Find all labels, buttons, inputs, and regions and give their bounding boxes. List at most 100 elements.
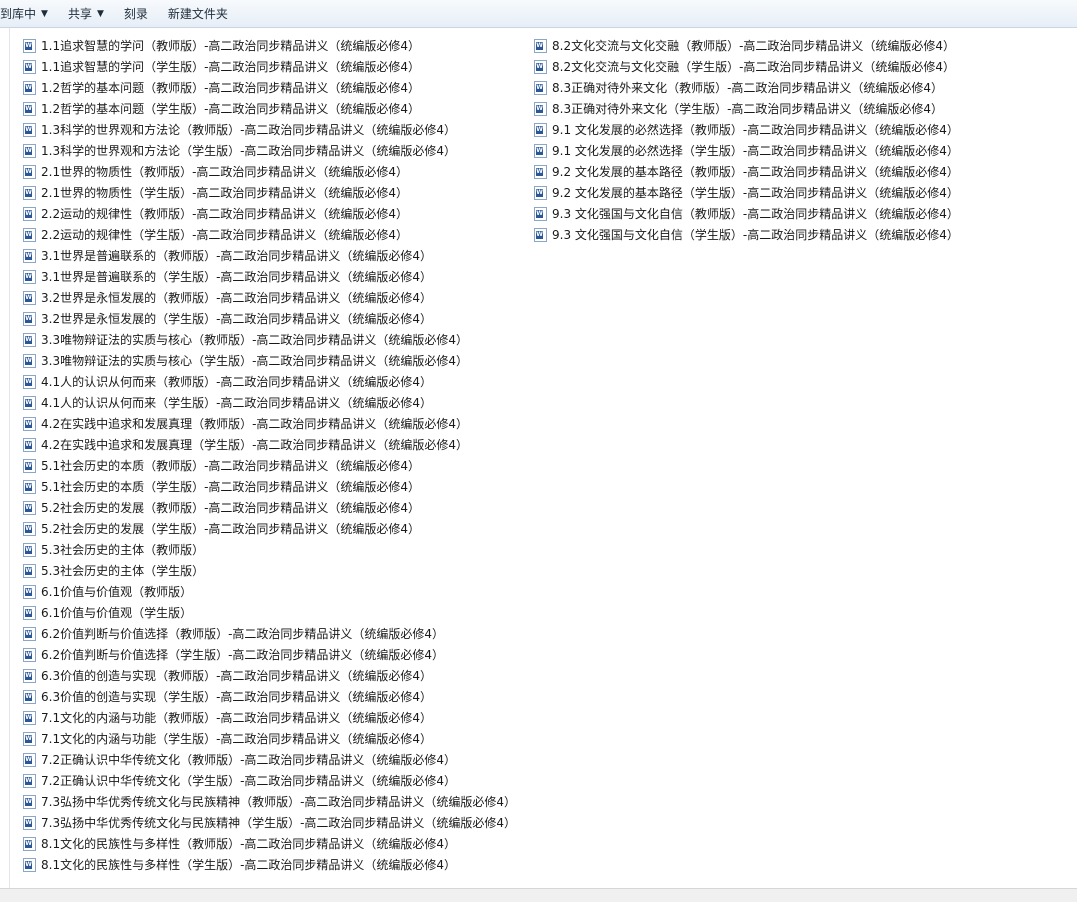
file-item[interactable]: 9.3 文化强国与文化自信（学生版）-高二政治同步精品讲义（统编版必修4） <box>534 224 959 245</box>
word-document-icon <box>23 122 36 137</box>
file-item[interactable]: 4.2在实践中追求和发展真理（学生版）-高二政治同步精品讲义（统编版必修4） <box>23 434 516 455</box>
file-name: 7.1文化的内涵与功能（教师版）-高二政治同步精品讲义（统编版必修4） <box>41 711 433 725</box>
include-in-library-button[interactable]: 到库中 ▼ <box>0 0 58 27</box>
file-item[interactable]: 1.1追求智慧的学问（学生版）-高二政治同步精品讲义（统编版必修4） <box>23 56 516 77</box>
file-name: 3.1世界是普遍联系的（教师版）-高二政治同步精品讲义（统编版必修4） <box>41 249 433 263</box>
word-document-icon <box>23 143 36 158</box>
file-item[interactable]: 9.3 文化强国与文化自信（教师版）-高二政治同步精品讲义（统编版必修4） <box>534 203 959 224</box>
file-item[interactable]: 5.2社会历史的发展（教师版）-高二政治同步精品讲义（统编版必修4） <box>23 497 516 518</box>
file-name: 8.3正确对待外来文化（学生版）-高二政治同步精品讲义（统编版必修4） <box>552 102 944 116</box>
word-document-icon <box>23 605 36 620</box>
word-document-icon <box>23 668 36 683</box>
file-item[interactable]: 8.1文化的民族性与多样性（学生版）-高二政治同步精品讲义（统编版必修4） <box>23 854 516 875</box>
word-document-icon <box>23 437 36 452</box>
word-document-icon <box>534 227 547 242</box>
file-item[interactable]: 7.2正确认识中华传统文化（教师版）-高二政治同步精品讲义（统编版必修4） <box>23 749 516 770</box>
file-item[interactable]: 8.3正确对待外来文化（学生版）-高二政治同步精品讲义（统编版必修4） <box>534 98 959 119</box>
word-document-icon <box>23 164 36 179</box>
file-item[interactable]: 7.1文化的内涵与功能（学生版）-高二政治同步精品讲义（统编版必修4） <box>23 728 516 749</box>
file-item[interactable]: 6.3价值的创造与实现（学生版）-高二政治同步精品讲义（统编版必修4） <box>23 686 516 707</box>
file-item[interactable]: 1.2哲学的基本问题（教师版）-高二政治同步精品讲义（统编版必修4） <box>23 77 516 98</box>
file-item[interactable]: 3.2世界是永恒发展的（学生版）-高二政治同步精品讲义（统编版必修4） <box>23 308 516 329</box>
file-item[interactable]: 2.1世界的物质性（学生版）-高二政治同步精品讲义（统编版必修4） <box>23 182 516 203</box>
file-item[interactable]: 8.2文化交流与文化交融（学生版）-高二政治同步精品讲义（统编版必修4） <box>534 56 959 77</box>
file-item[interactable]: 3.1世界是普遍联系的（学生版）-高二政治同步精品讲义（统编版必修4） <box>23 266 516 287</box>
new-folder-button[interactable]: 新建文件夹 <box>158 0 238 27</box>
command-bar: 到库中 ▼ 共享 ▼ 刻录 新建文件夹 <box>0 0 1077 28</box>
word-document-icon <box>534 164 547 179</box>
file-item[interactable]: 8.3正确对待外来文化（教师版）-高二政治同步精品讲义（统编版必修4） <box>534 77 959 98</box>
file-item[interactable]: 5.2社会历史的发展（学生版）-高二政治同步精品讲义（统编版必修4） <box>23 518 516 539</box>
file-item[interactable]: 9.2 文化发展的基本路径（教师版）-高二政治同步精品讲义（统编版必修4） <box>534 161 959 182</box>
file-name: 4.2在实践中追求和发展真理（教师版）-高二政治同步精品讲义（统编版必修4） <box>41 417 469 431</box>
word-document-icon <box>23 542 36 557</box>
file-item[interactable]: 3.2世界是永恒发展的（教师版）-高二政治同步精品讲义（统编版必修4） <box>23 287 516 308</box>
file-item[interactable]: 7.2正确认识中华传统文化（学生版）-高二政治同步精品讲义（统编版必修4） <box>23 770 516 791</box>
file-item[interactable]: 4.1人的认识从何而来（教师版）-高二政治同步精品讲义（统编版必修4） <box>23 371 516 392</box>
file-item[interactable]: 8.2文化交流与文化交融（教师版）-高二政治同步精品讲义（统编版必修4） <box>534 35 959 56</box>
file-item[interactable]: 4.1人的认识从何而来（学生版）-高二政治同步精品讲义（统编版必修4） <box>23 392 516 413</box>
file-name: 9.2 文化发展的基本路径（教师版）-高二政治同步精品讲义（统编版必修4） <box>552 165 959 179</box>
file-name: 8.3正确对待外来文化（教师版）-高二政治同步精品讲义（统编版必修4） <box>552 81 944 95</box>
file-item[interactable]: 6.3价值的创造与实现（教师版）-高二政治同步精品讲义（统编版必修4） <box>23 665 516 686</box>
file-item[interactable]: 3.1世界是普遍联系的（教师版）-高二政治同步精品讲义（统编版必修4） <box>23 245 516 266</box>
file-item[interactable]: 3.3唯物辩证法的实质与核心（教师版）-高二政治同步精品讲义（统编版必修4） <box>23 329 516 350</box>
file-name: 7.1文化的内涵与功能（学生版）-高二政治同步精品讲义（统编版必修4） <box>41 732 433 746</box>
word-document-icon <box>23 332 36 347</box>
file-name: 6.2价值判断与价值选择（学生版）-高二政治同步精品讲义（统编版必修4） <box>41 648 445 662</box>
file-item[interactable]: 9.1 文化发展的必然选择（教师版）-高二政治同步精品讲义（统编版必修4） <box>534 119 959 140</box>
file-name: 5.2社会历史的发展（学生版）-高二政治同步精品讲义（统编版必修4） <box>41 522 421 536</box>
word-document-icon <box>23 458 36 473</box>
file-item[interactable]: 2.2运动的规律性（教师版）-高二政治同步精品讲义（统编版必修4） <box>23 203 516 224</box>
file-name: 4.1人的认识从何而来（学生版）-高二政治同步精品讲义（统编版必修4） <box>41 396 433 410</box>
file-name: 1.3科学的世界观和方法论（学生版）-高二政治同步精品讲义（统编版必修4） <box>41 144 457 158</box>
file-item[interactable]: 2.2运动的规律性（学生版）-高二政治同步精品讲义（统编版必修4） <box>23 224 516 245</box>
share-label: 共享 <box>67 7 92 21</box>
file-item[interactable]: 2.1世界的物质性（教师版）-高二政治同步精品讲义（统编版必修4） <box>23 161 516 182</box>
file-name: 8.2文化交流与文化交融（学生版）-高二政治同步精品讲义（统编版必修4） <box>552 60 956 74</box>
burn-button[interactable]: 刻录 <box>114 0 158 27</box>
file-name: 6.2价值判断与价值选择（教师版）-高二政治同步精品讲义（统编版必修4） <box>41 627 445 641</box>
file-item[interactable]: 6.1价值与价值观（学生版） <box>23 602 516 623</box>
navigation-pane-edge[interactable] <box>0 28 10 888</box>
file-item[interactable]: 4.2在实践中追求和发展真理（教师版）-高二政治同步精品讲义（统编版必修4） <box>23 413 516 434</box>
file-name: 7.3弘扬中华优秀传统文化与民族精神（教师版）-高二政治同步精品讲义（统编版必修… <box>41 795 517 809</box>
file-name: 1.2哲学的基本问题（教师版）-高二政治同步精品讲义（统编版必修4） <box>41 81 421 95</box>
file-item[interactable]: 7.3弘扬中华优秀传统文化与民族精神（教师版）-高二政治同步精品讲义（统编版必修… <box>23 791 516 812</box>
word-document-icon <box>23 290 36 305</box>
new-folder-label: 新建文件夹 <box>167 7 228 21</box>
file-item[interactable]: 7.1文化的内涵与功能（教师版）-高二政治同步精品讲义（统编版必修4） <box>23 707 516 728</box>
word-document-icon <box>23 395 36 410</box>
file-name: 5.2社会历史的发展（教师版）-高二政治同步精品讲义（统编版必修4） <box>41 501 421 515</box>
word-document-icon <box>23 584 36 599</box>
file-name: 7.3弘扬中华优秀传统文化与民族精神（学生版）-高二政治同步精品讲义（统编版必修… <box>41 816 517 830</box>
file-item[interactable]: 6.2价值判断与价值选择（学生版）-高二政治同步精品讲义（统编版必修4） <box>23 644 516 665</box>
word-document-icon <box>23 311 36 326</box>
file-item[interactable]: 9.2 文化发展的基本路径（学生版）-高二政治同步精品讲义（统编版必修4） <box>534 182 959 203</box>
word-document-icon <box>23 248 36 263</box>
file-name: 5.1社会历史的本质（教师版）-高二政治同步精品讲义（统编版必修4） <box>41 459 421 473</box>
word-document-icon <box>534 122 547 137</box>
file-item[interactable]: 5.1社会历史的本质（学生版）-高二政治同步精品讲义（统编版必修4） <box>23 476 516 497</box>
file-name: 8.1文化的民族性与多样性（学生版）-高二政治同步精品讲义（统编版必修4） <box>41 858 457 872</box>
file-item[interactable]: 1.3科学的世界观和方法论（教师版）-高二政治同步精品讲义（统编版必修4） <box>23 119 516 140</box>
dropdown-arrow-icon: ▼ <box>41 8 48 19</box>
file-item[interactable]: 6.1价值与价值观（教师版） <box>23 581 516 602</box>
file-item[interactable]: 5.3社会历史的主体（教师版） <box>23 539 516 560</box>
file-item[interactable]: 1.1追求智慧的学问（教师版）-高二政治同步精品讲义（统编版必修4） <box>23 35 516 56</box>
file-item[interactable]: 3.3唯物辩证法的实质与核心（学生版）-高二政治同步精品讲义（统编版必修4） <box>23 350 516 371</box>
file-name: 1.2哲学的基本问题（学生版）-高二政治同步精品讲义（统编版必修4） <box>41 102 421 116</box>
share-button[interactable]: 共享 ▼ <box>58 0 114 27</box>
file-item[interactable]: 8.1文化的民族性与多样性（教师版）-高二政治同步精品讲义（统编版必修4） <box>23 833 516 854</box>
file-list-left-column: 1.1追求智慧的学问（教师版）-高二政治同步精品讲义（统编版必修4） 1.1追求智… <box>23 35 516 875</box>
file-item[interactable]: 5.3社会历史的主体（学生版） <box>23 560 516 581</box>
word-document-icon <box>23 227 36 242</box>
file-item[interactable]: 6.2价值判断与价值选择（教师版）-高二政治同步精品讲义（统编版必修4） <box>23 623 516 644</box>
file-name: 3.3唯物辩证法的实质与核心（学生版）-高二政治同步精品讲义（统编版必修4） <box>41 354 469 368</box>
file-item[interactable]: 5.1社会历史的本质（教师版）-高二政治同步精品讲义（统编版必修4） <box>23 455 516 476</box>
file-item[interactable]: 9.1 文化发展的必然选择（学生版）-高二政治同步精品讲义（统编版必修4） <box>534 140 959 161</box>
file-item[interactable]: 1.2哲学的基本问题（学生版）-高二政治同步精品讲义（统编版必修4） <box>23 98 516 119</box>
file-item[interactable]: 1.3科学的世界观和方法论（学生版）-高二政治同步精品讲义（统编版必修4） <box>23 140 516 161</box>
file-item[interactable]: 7.3弘扬中华优秀传统文化与民族精神（学生版）-高二政治同步精品讲义（统编版必修… <box>23 812 516 833</box>
file-name: 2.1世界的物质性（学生版）-高二政治同步精品讲义（统编版必修4） <box>41 186 409 200</box>
